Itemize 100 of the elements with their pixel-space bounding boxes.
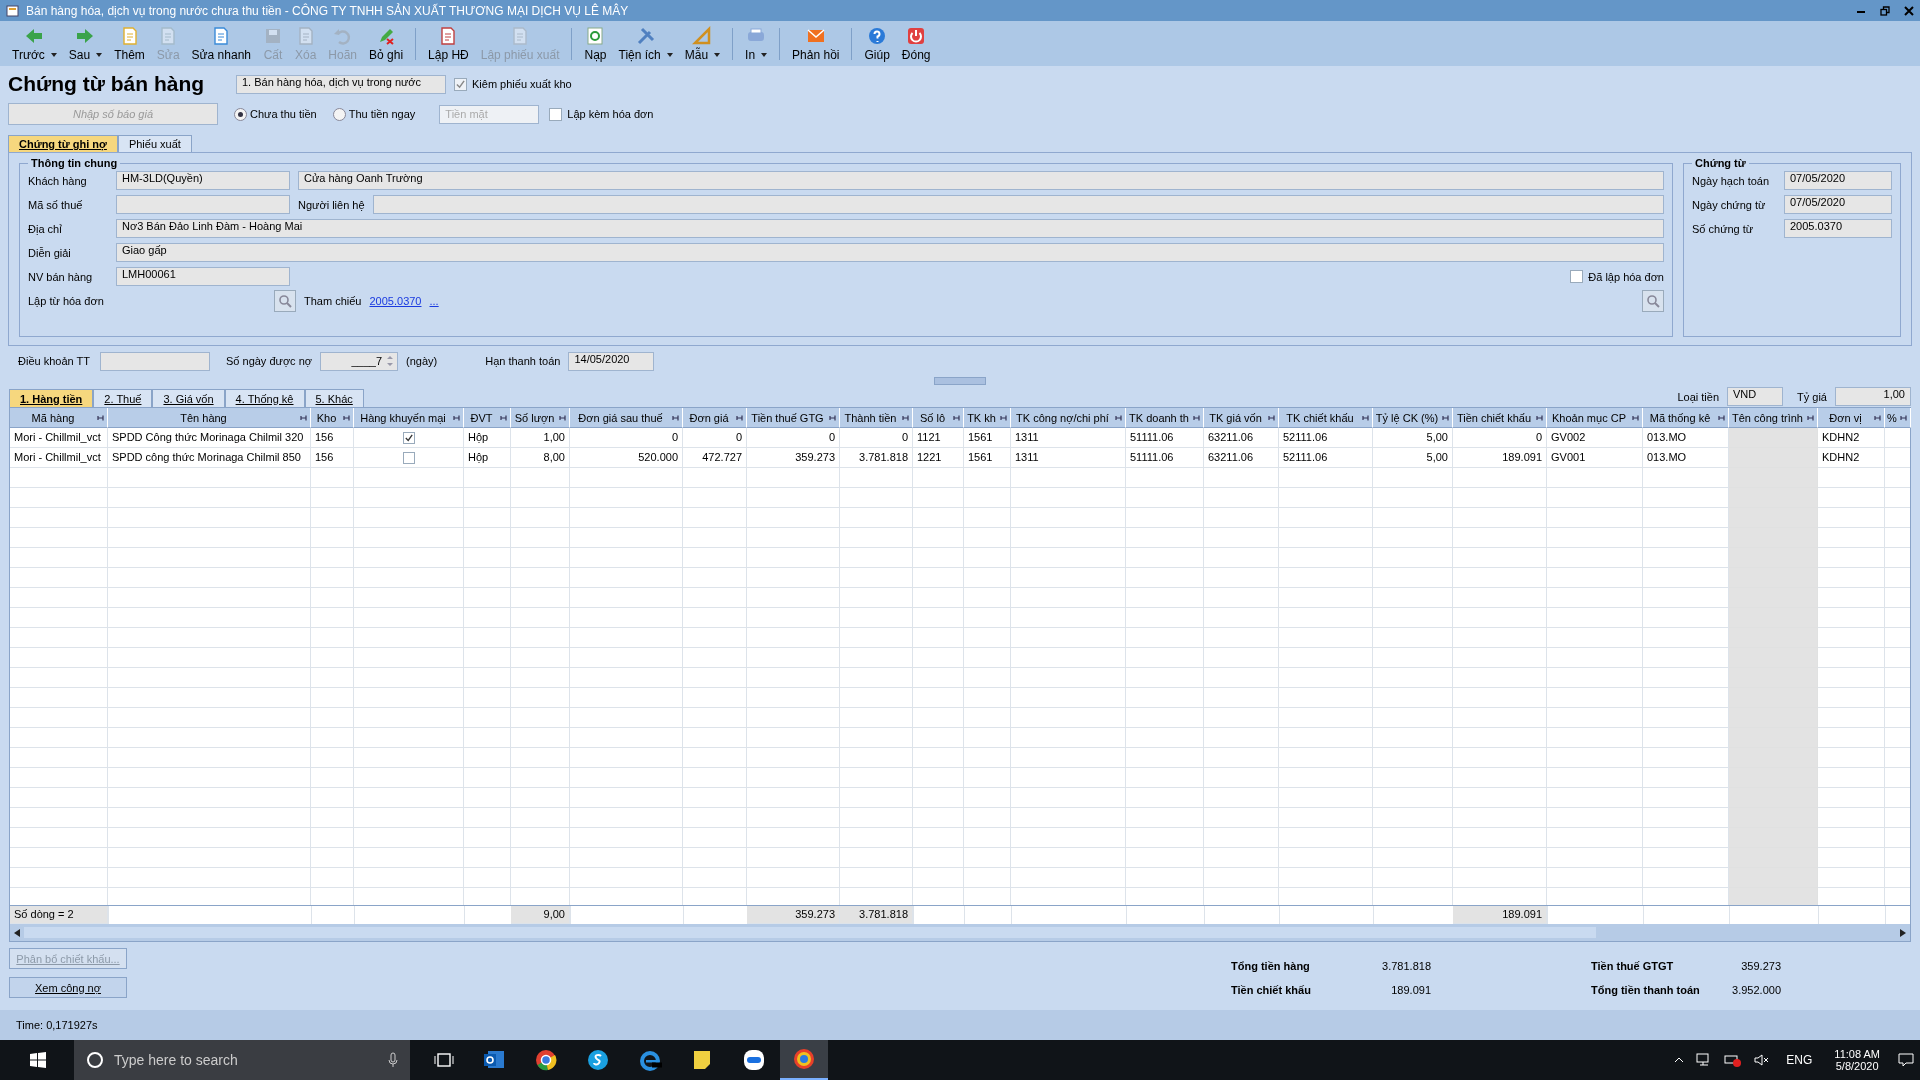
- toolbar-button[interactable]: Sau: [62, 23, 109, 64]
- salesperson-field[interactable]: LMH00061: [116, 267, 290, 286]
- browser-icon[interactable]: [534, 1048, 558, 1072]
- checkbox[interactable]: [1570, 270, 1584, 283]
- battery-warning-icon[interactable]: [1724, 1053, 1743, 1067]
- toolbar-button[interactable]: Tiện ích: [612, 23, 679, 64]
- toolbar-button[interactable]: Bỏ ghi: [363, 23, 410, 64]
- caret-icon[interactable]: [761, 52, 768, 57]
- pin-icon[interactable]: [672, 413, 680, 422]
- pin-icon[interactable]: [300, 413, 308, 422]
- scroll-left-icon[interactable]: [14, 928, 20, 937]
- pin-icon[interactable]: [902, 413, 910, 422]
- pin-icon[interactable]: [453, 413, 461, 422]
- tab[interactable]: 1. Hàng tiền: [9, 389, 94, 407]
- pin-icon[interactable]: [1718, 413, 1726, 422]
- checkbox[interactable]: [402, 431, 415, 444]
- pin-icon[interactable]: [829, 413, 837, 422]
- clock-date[interactable]: 5/8/2020: [1835, 1060, 1879, 1072]
- description-field[interactable]: Giao gấp: [116, 243, 1664, 262]
- web-browser-icon[interactable]: [638, 1048, 662, 1072]
- taskbar-search-field[interactable]: Type here to search: [74, 1040, 410, 1080]
- pin-icon[interactable]: [1268, 413, 1276, 422]
- export-checkbox[interactable]: Kiêm phiếu xuất kho: [454, 77, 572, 91]
- checkbox[interactable]: [549, 107, 563, 121]
- column-header[interactable]: Số lượn: [511, 408, 570, 428]
- volume-muted-icon[interactable]: [1754, 1053, 1771, 1067]
- column-header[interactable]: ĐVT: [464, 408, 511, 428]
- exchange-rate-field[interactable]: 1,00: [1835, 387, 1911, 406]
- toolbar-button[interactable]: Mẫu: [678, 23, 727, 64]
- pin-icon[interactable]: [736, 413, 744, 422]
- pin-icon[interactable]: [1442, 413, 1450, 422]
- pin-icon[interactable]: [559, 413, 567, 422]
- tab[interactable]: 3. Giá vốn: [152, 389, 225, 407]
- column-header[interactable]: Tên hàng: [108, 408, 311, 428]
- checkbox[interactable]: [402, 451, 415, 464]
- quote-number-field[interactable]: Nhập số báo giá: [8, 103, 218, 125]
- column-header[interactable]: Mã hàng: [10, 408, 108, 428]
- column-header[interactable]: TK chiết khấu: [1279, 408, 1373, 428]
- notification-icon[interactable]: [1898, 1053, 1914, 1067]
- radio-button[interactable]: [332, 107, 346, 121]
- pin-icon[interactable]: [1193, 413, 1201, 422]
- pin-icon[interactable]: [97, 413, 105, 422]
- column-header[interactable]: Thành tiền: [840, 408, 913, 428]
- pin-icon[interactable]: [1807, 413, 1815, 422]
- pin-icon[interactable]: [1536, 413, 1544, 422]
- chat-app-icon[interactable]: [586, 1048, 610, 1072]
- radio-button[interactable]: [234, 107, 247, 121]
- column-header[interactable]: TK giá vốn: [1204, 408, 1279, 428]
- column-header[interactable]: Số lô: [913, 408, 964, 428]
- reference-link[interactable]: 2005.0370: [369, 294, 422, 307]
- column-header[interactable]: TK kh: [964, 408, 1011, 428]
- pin-icon[interactable]: [953, 413, 961, 422]
- taskbar-active-app[interactable]: [780, 1040, 828, 1080]
- tab[interactable]: Chứng từ ghi nợ: [8, 135, 118, 152]
- toolbar-button[interactable]: Lập HĐ: [422, 23, 475, 64]
- due-date-field[interactable]: 14/05/2020: [568, 351, 655, 371]
- payment-radio[interactable]: Chưa thu tiền: [234, 107, 317, 121]
- more-link[interactable]: ...: [429, 294, 439, 307]
- chevron-up-icon[interactable]: [1674, 1057, 1685, 1063]
- caret-icon[interactable]: [714, 52, 721, 57]
- column-header[interactable]: Mã thống kê: [1643, 408, 1729, 428]
- pin-icon[interactable]: [1362, 413, 1370, 422]
- column-header[interactable]: Hàng khuyến mại: [354, 408, 464, 428]
- caret-icon[interactable]: [96, 52, 103, 57]
- close-icon[interactable]: [1904, 5, 1914, 16]
- clock-time[interactable]: 11:08 AM: [1834, 1048, 1880, 1060]
- tab[interactable]: Phiếu xuất: [117, 135, 192, 152]
- toolbar-button[interactable]: Trước: [6, 23, 63, 64]
- column-header[interactable]: Đơn giá sau thuế: [570, 408, 683, 428]
- pin-icon[interactable]: [1000, 413, 1008, 422]
- tab[interactable]: 5. Khác: [304, 389, 364, 407]
- column-header[interactable]: TK công nợ/chi phí: [1011, 408, 1126, 428]
- toolbar-button[interactable]: Thêm: [108, 23, 151, 64]
- caret-icon[interactable]: [50, 52, 57, 57]
- toolbar-button[interactable]: Phản hồi: [786, 23, 846, 64]
- column-header[interactable]: Tiền chiết khấu: [1453, 408, 1547, 428]
- pin-icon[interactable]: [1632, 413, 1640, 422]
- action-button[interactable]: Xem công nợ: [9, 977, 127, 998]
- tab[interactable]: 2. Thuế: [93, 389, 153, 407]
- toolbar-button[interactable]: Đóng: [895, 23, 937, 64]
- voucher-field[interactable]: 07/05/2020: [1784, 171, 1892, 190]
- toolbar-button[interactable]: Sửa nhanh: [185, 23, 257, 64]
- column-header[interactable]: TK doanh th: [1126, 408, 1204, 428]
- messenger-app-icon[interactable]: [742, 1048, 766, 1072]
- column-header[interactable]: Đơn vị: [1818, 408, 1885, 428]
- column-header[interactable]: Khoản mục CP: [1547, 408, 1643, 428]
- windows-start-icon[interactable]: [30, 1052, 46, 1068]
- invoiced-checkbox[interactable]: Đã lập hóa đơn: [1570, 270, 1664, 283]
- payment-terms-field[interactable]: [100, 351, 210, 371]
- pin-icon[interactable]: [500, 413, 508, 422]
- tab[interactable]: 4. Thống kê: [224, 389, 305, 407]
- pin-icon[interactable]: [1900, 413, 1908, 422]
- language-indicator[interactable]: ENG: [1786, 1053, 1813, 1067]
- voucher-field[interactable]: 07/05/2020: [1784, 195, 1892, 214]
- toolbar-button[interactable]: In: [739, 23, 774, 64]
- column-header[interactable]: Tiền thuế GTG: [747, 408, 840, 428]
- pin-icon[interactable]: [1874, 413, 1882, 422]
- toolbar-button[interactable]: Nạp: [578, 23, 613, 64]
- column-header[interactable]: Đơn giá: [683, 408, 747, 428]
- currency-field[interactable]: VND: [1727, 387, 1784, 406]
